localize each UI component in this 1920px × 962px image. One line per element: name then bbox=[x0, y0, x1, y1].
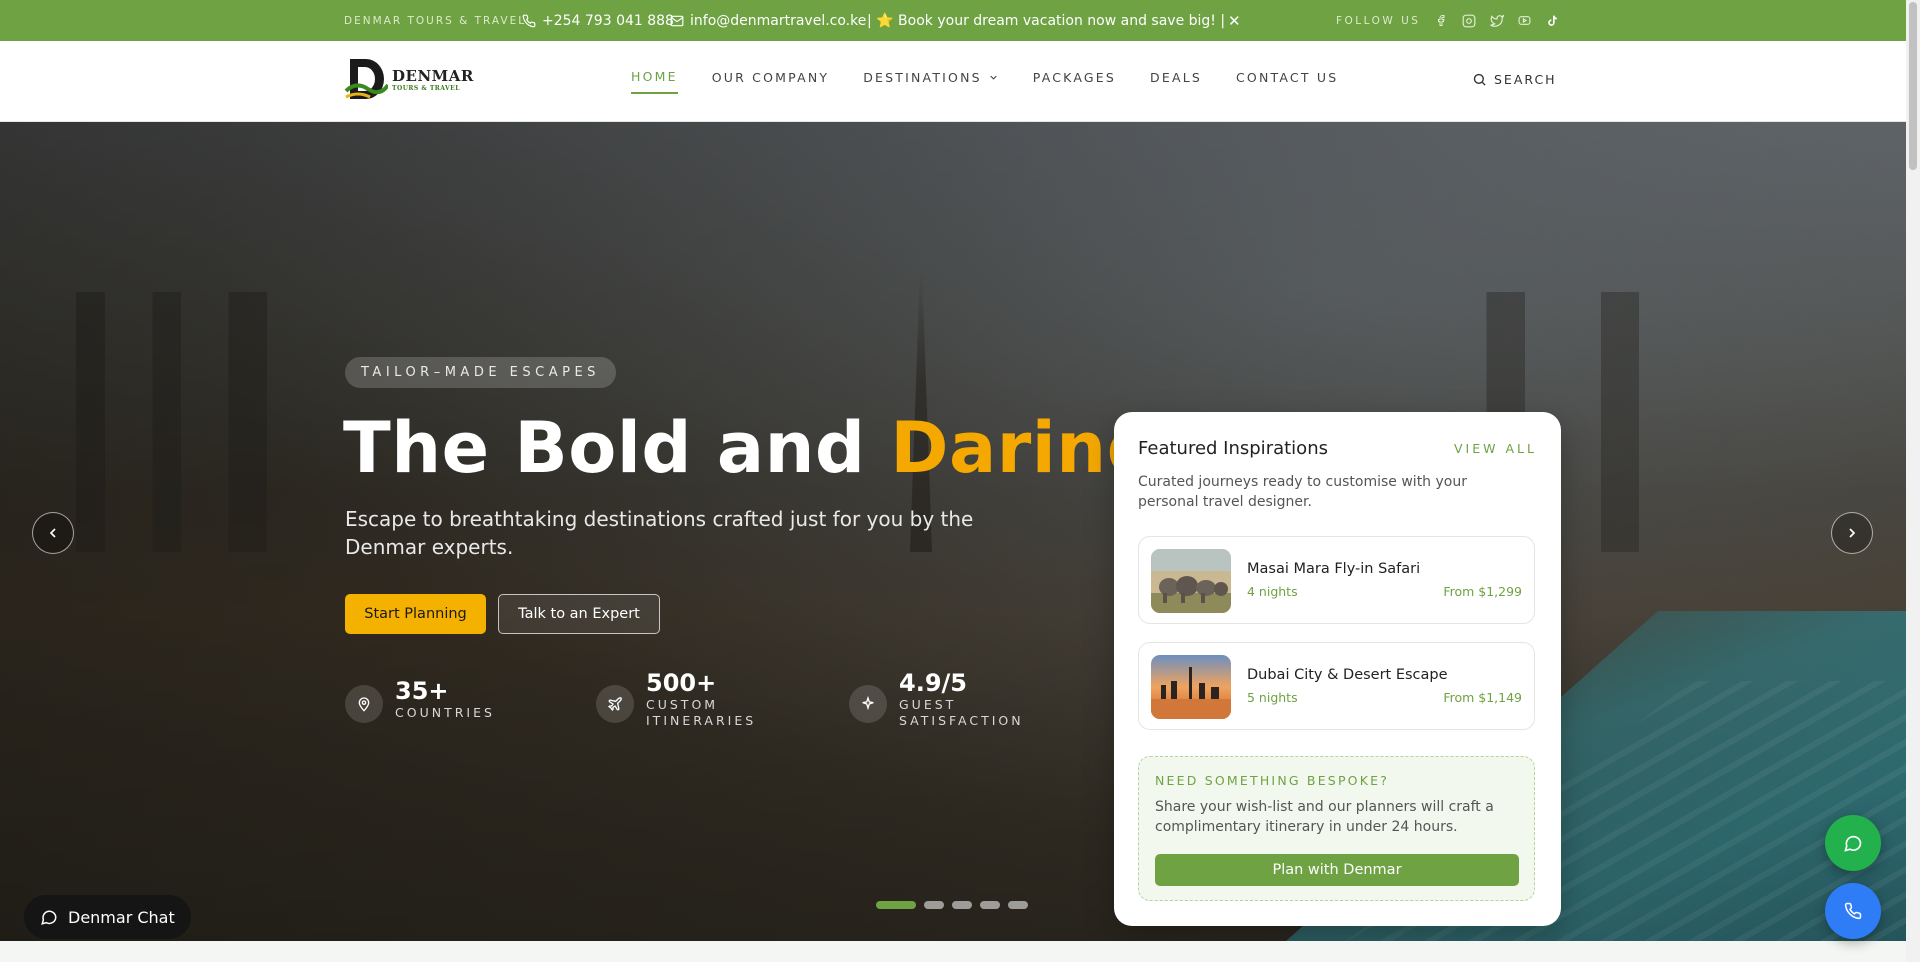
chat-label: Denmar Chat bbox=[68, 907, 175, 927]
hero-eyebrow-badge: TAILOR–MADE ESCAPES bbox=[345, 357, 616, 388]
trip-name: Dubai City & Desert Escape bbox=[1247, 667, 1448, 683]
trip-duration: 5 nights bbox=[1247, 690, 1298, 705]
previous-slide-button[interactable] bbox=[32, 512, 74, 554]
denmar-chat-button[interactable]: Denmar Chat bbox=[24, 895, 191, 939]
youtube-icon[interactable] bbox=[1517, 13, 1532, 28]
site-header: DENMAR TOURS & TRAVEL HOME OUR COMPANY D… bbox=[0, 41, 1906, 122]
nav-item-packages[interactable]: PACKAGES bbox=[1033, 69, 1116, 94]
topbar-email[interactable]: info@denmartravel.co.ke bbox=[670, 13, 866, 29]
search-button[interactable]: SEARCH bbox=[1472, 72, 1557, 87]
featured-title: Featured Inspirations bbox=[1138, 438, 1328, 459]
plan-with-denmar-button[interactable]: Plan with Denmar bbox=[1155, 854, 1519, 886]
message-icon bbox=[41, 910, 57, 925]
trip-duration: 4 nights bbox=[1247, 584, 1298, 599]
nav-item-contact-us[interactable]: CONTACT US bbox=[1236, 69, 1338, 94]
stat-itineraries: 500+ CUSTOM ITINERARIES bbox=[596, 669, 766, 729]
logo-name: DENMAR bbox=[392, 66, 474, 85]
stat-label: COUNTRIES bbox=[395, 705, 495, 720]
trip-price: From $1,149 bbox=[1443, 690, 1522, 705]
featured-description: Curated journeys ready to customise with… bbox=[1138, 474, 1467, 510]
nav-destinations-label: DESTINATIONS bbox=[863, 70, 982, 85]
hero-slider: TAILOR–MADE ESCAPES The Bold and Daring … bbox=[0, 122, 1906, 941]
headline-main: The Bold and bbox=[343, 407, 891, 489]
talk-to-expert-button[interactable]: Talk to an Expert bbox=[498, 594, 660, 634]
sparkle-icon bbox=[849, 685, 887, 723]
mail-icon bbox=[670, 15, 684, 26]
chevron-down-icon bbox=[990, 75, 997, 80]
stat-value: 35+ bbox=[395, 677, 449, 705]
slide-dot[interactable] bbox=[952, 901, 972, 909]
trip-price: From $1,299 bbox=[1443, 584, 1522, 599]
trip-card-masai-mara[interactable]: Masai Mara Fly-in Safari 4 nights From $… bbox=[1138, 536, 1535, 624]
social-links bbox=[1433, 13, 1560, 28]
follow-us-label: FOLLOW US bbox=[1336, 14, 1421, 27]
trip-name: Masai Mara Fly-in Safari bbox=[1247, 561, 1421, 577]
stat-satisfaction: 4.9/5 GUEST SATISFACTION bbox=[849, 669, 1024, 729]
next-slide-button[interactable] bbox=[1831, 512, 1873, 554]
phone-icon bbox=[1844, 902, 1862, 920]
view-all-link[interactable]: VIEW ALL bbox=[1454, 441, 1537, 456]
facebook-icon[interactable] bbox=[1433, 13, 1448, 28]
call-button[interactable] bbox=[1825, 883, 1881, 939]
bespoke-text: Share your wish-list and our planners wi… bbox=[1155, 799, 1494, 835]
stat-value: 500+ bbox=[646, 669, 717, 697]
slide-indicators bbox=[876, 901, 1028, 909]
logo-text: DENMAR TOURS & TRAVEL bbox=[392, 67, 474, 92]
topbar-brand: DENMAR TOURS & TRAVEL bbox=[344, 14, 527, 27]
next-section-edge bbox=[0, 941, 1906, 962]
nav-item-deals[interactable]: DEALS bbox=[1150, 69, 1202, 94]
plane-icon bbox=[596, 685, 634, 723]
denmar-logo-mark bbox=[344, 59, 388, 99]
bespoke-heading: NEED SOMETHING BESPOKE? bbox=[1155, 773, 1390, 788]
logo-tagline: TOURS & TRAVEL bbox=[392, 84, 460, 92]
close-promo-button[interactable]: ✕ bbox=[1228, 12, 1241, 30]
slide-dot[interactable] bbox=[980, 901, 1000, 909]
slide-dot[interactable] bbox=[1008, 901, 1028, 909]
search-label: SEARCH bbox=[1494, 72, 1557, 87]
nav-item-destinations[interactable]: DESTINATIONS bbox=[863, 69, 999, 94]
start-planning-button[interactable]: Start Planning bbox=[345, 594, 486, 634]
bespoke-panel: NEED SOMETHING BESPOKE? Share your wish-… bbox=[1138, 756, 1535, 901]
scrollbar-thumb[interactable] bbox=[1909, 2, 1917, 170]
slide-dot[interactable] bbox=[876, 901, 916, 909]
stat-countries: 35+ COUNTRIES bbox=[345, 677, 515, 723]
nav-item-our-company[interactable]: OUR COMPANY bbox=[712, 69, 829, 94]
phone-text: +254 793 041 888 bbox=[542, 12, 674, 29]
stat-label: GUEST SATISFACTION bbox=[899, 697, 1024, 728]
hero-headline: The Bold and Daring bbox=[343, 407, 1157, 489]
hero-subtext: Escape to breathtaking destinations craf… bbox=[345, 507, 974, 559]
twitter-icon[interactable] bbox=[1489, 13, 1504, 28]
stat-label: CUSTOM ITINERARIES bbox=[646, 697, 757, 728]
email-text: info@denmartravel.co.ke bbox=[690, 12, 867, 29]
topbar-phone[interactable]: +254 793 041 888 bbox=[522, 13, 674, 29]
dubai-sunset-image bbox=[1151, 655, 1231, 719]
chat-bubble-icon bbox=[1844, 835, 1862, 852]
featured-inspirations-card: Featured Inspirations VIEW ALL Curated j… bbox=[1114, 412, 1561, 926]
safari-elephants-image bbox=[1151, 549, 1231, 613]
stat-value: 4.9/5 bbox=[899, 669, 967, 697]
whatsapp-button[interactable] bbox=[1825, 815, 1881, 871]
page-scrollbar[interactable] bbox=[1906, 0, 1920, 962]
trip-card-dubai[interactable]: Dubai City & Desert Escape 5 nights From… bbox=[1138, 642, 1535, 730]
phone-icon bbox=[522, 14, 536, 27]
instagram-icon[interactable] bbox=[1461, 13, 1476, 28]
promo-text: | ⭐ Book your dream vacation now and sav… bbox=[867, 12, 1226, 29]
tiktok-icon[interactable] bbox=[1545, 13, 1560, 28]
search-icon bbox=[1473, 73, 1486, 86]
location-pin-icon bbox=[345, 685, 383, 723]
top-announcement-bar: DENMAR TOURS & TRAVEL +254 793 041 888 i… bbox=[0, 0, 1906, 41]
site-logo[interactable]: DENMAR TOURS & TRAVEL bbox=[344, 55, 474, 103]
main-navigation: HOME OUR COMPANY DESTINATIONS PACKAGES D… bbox=[631, 69, 1338, 94]
chevron-right-icon bbox=[1849, 528, 1856, 538]
nav-item-home[interactable]: HOME bbox=[631, 69, 678, 94]
chevron-left-icon bbox=[49, 528, 56, 538]
slide-dot[interactable] bbox=[924, 901, 944, 909]
